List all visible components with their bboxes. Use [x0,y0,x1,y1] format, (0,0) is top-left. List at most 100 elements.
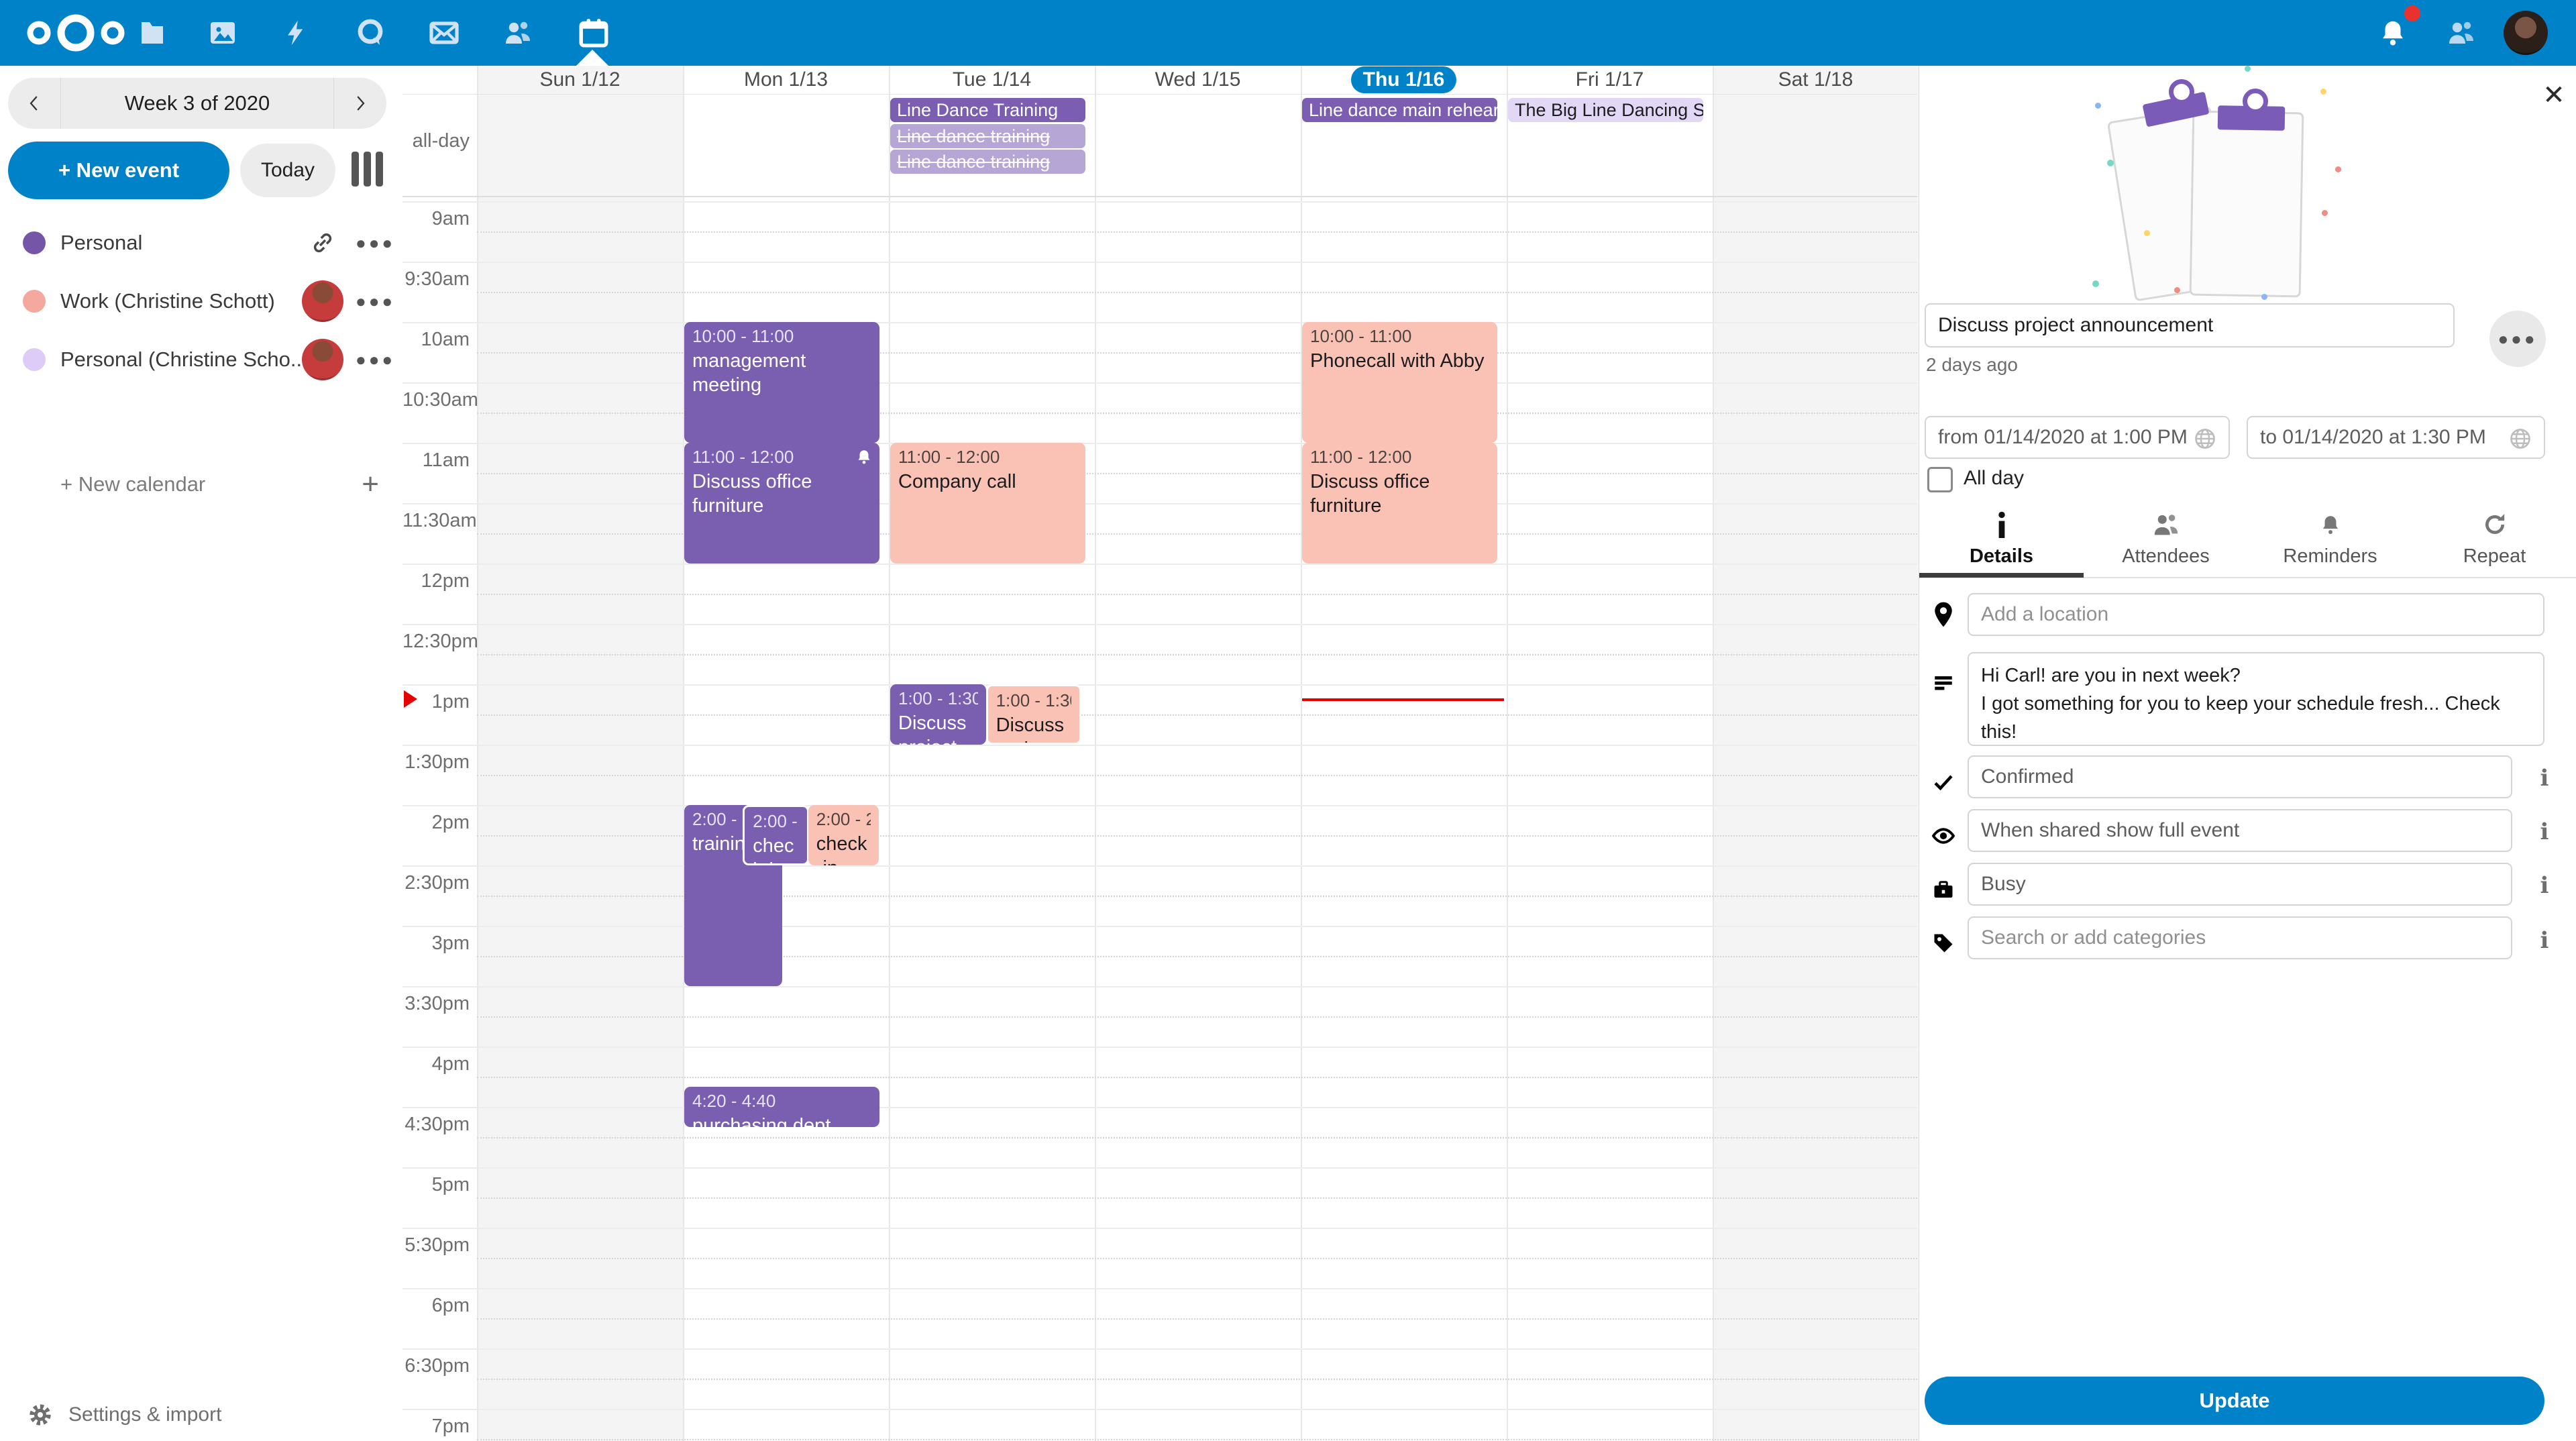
event-start-field[interactable]: from 01/14/2020 at 1:00 PM [1925,416,2230,459]
all-day-event[interactable]: The Big Line Dancing Show [1508,98,1703,122]
timezone-globe-icon[interactable] [2193,427,2217,456]
week-label[interactable]: Week 3 of 2020 [60,78,334,129]
tab-label: Details [1970,545,2033,568]
column-divider [889,66,890,1441]
event-end-field[interactable]: to 01/14/2020 at 1:30 PM [2247,416,2545,459]
timebusy-info-icon[interactable]: i [2531,872,2558,899]
nextcloud-logo[interactable] [19,11,133,58]
calendar-event[interactable]: 11:00 - 12:00Discuss office furniture [684,443,879,564]
day-header[interactable]: Mon 1/13 [683,66,889,94]
new-event-button[interactable]: + New event [8,142,229,199]
day-header[interactable]: Tue 1/14 [889,66,1095,94]
calendar-color-dot [23,231,46,254]
all-day-checkbox[interactable] [1927,467,1953,492]
day-header[interactable]: Thu 1/16 [1301,66,1507,94]
all-day-event[interactable]: Line Dance Training [890,98,1085,122]
calendar-list-item[interactable]: Personal●●● [0,213,402,272]
day-header[interactable]: Fri 1/17 [1507,66,1713,94]
location-input[interactable] [1968,593,2544,636]
user-avatar[interactable] [2504,11,2548,55]
event-title-label: check-in [753,834,799,865]
calendar-event[interactable]: 1:00 - 1:30Discuss project announcement [890,684,986,745]
half-hour-line [402,1288,1917,1289]
close-icon[interactable]: ✕ [2536,78,2571,113]
timebusy-value: Busy [1981,873,2026,896]
event-actions-menu-button[interactable]: ●●● [2489,311,2546,367]
timebusy-select[interactable]: Busy [1968,863,2512,906]
event-title-label: Discuss office furniture [692,470,871,519]
settings-import-button[interactable]: Settings & import [0,1389,402,1441]
today-button[interactable]: Today [240,144,335,197]
description-textarea[interactable]: Hi Carl! are you in next week? I got som… [1968,652,2544,746]
allday-divider [402,196,1917,197]
status-info-icon[interactable]: i [2531,765,2558,792]
calendar-actions-menu-icon[interactable]: ●●● [356,350,402,370]
new-calendar-button[interactable]: + New calendar + [0,455,402,514]
all-day-event[interactable]: Line dance training [890,150,1085,174]
event-title-label: check-in [816,832,871,865]
column-divider [1507,66,1508,1441]
calendar-event[interactable]: 2:00 - 2:30check-in [743,805,809,865]
time-label: 9:30am [402,268,470,290]
contacts-icon[interactable] [493,8,543,58]
calendar-event[interactable]: 11:00 - 12:00Company call [890,443,1085,564]
current-time-line [1302,698,1504,701]
calendar-actions-menu-icon[interactable]: ●●● [356,291,402,312]
tab-repeat[interactable]: Repeat [2412,511,2576,577]
tab-attendees[interactable]: Attendees [2084,511,2248,577]
update-button[interactable]: Update [1925,1377,2544,1425]
mail-icon[interactable] [419,8,469,58]
half-hour-line [402,1047,1917,1048]
event-time-label: 11:00 - 12:00 [1310,447,1489,468]
day-header[interactable]: Sun 1/12 [477,66,683,94]
gear-icon [27,1401,54,1428]
time-label: 12pm [402,570,470,592]
event-title-label: management meeting [692,349,871,398]
column-divider [1713,66,1714,1441]
contacts-menu-icon[interactable] [2436,8,2486,58]
day-header[interactable]: Sat 1/18 [1713,66,1919,94]
tab-reminders[interactable]: Reminders [2248,511,2412,577]
time-label: 5:30pm [402,1234,470,1257]
tab-label: Attendees [2122,545,2210,568]
visibility-info-icon[interactable]: i [2531,818,2558,845]
calendar-list-item[interactable]: Work (Christine Schott)●●● [0,272,402,331]
half-hour-line [402,1228,1917,1229]
calendar-event[interactable]: 10:00 - 11:00Phonecall with Abby [1302,322,1497,443]
categories-input[interactable] [1968,916,2512,959]
column-divider [477,66,478,1441]
settings-label: Settings & import [68,1403,221,1426]
calendar-event[interactable]: 1:00 - 1:30Discuss project [986,684,1082,745]
all-day-event[interactable]: Line dance main rehearsal [1302,98,1497,122]
notifications-bell-icon[interactable] [2368,8,2418,58]
event-title-input[interactable] [1925,303,2455,348]
calendar-actions-menu-icon[interactable]: ●●● [356,233,402,254]
calendar-list-item[interactable]: Personal (Christine Scho...●●● [0,330,402,389]
talk-icon[interactable] [345,8,395,58]
timezone-globe-icon[interactable] [2508,427,2532,456]
calendar-event[interactable]: 11:00 - 12:00Discuss office furniture [1302,443,1497,564]
activity-icon[interactable] [272,8,321,58]
calendar-event[interactable]: 10:00 - 11:00management meeting [684,322,879,443]
day-header[interactable]: Wed 1/15 [1095,66,1301,94]
active-app-pointer [576,50,608,66]
time-label: 4pm [402,1053,470,1075]
half-hour-line [402,1348,1917,1350]
files-icon[interactable] [127,8,177,58]
view-switcher-icon[interactable] [352,152,383,186]
event-title-label: Discuss office furniture [1310,470,1489,519]
status-select[interactable]: Confirmed [1968,755,2512,798]
half-hour-line [402,201,1917,203]
all-day-event[interactable]: Line dance training [890,124,1085,148]
categories-info-icon[interactable]: i [2531,927,2558,954]
next-week-button[interactable] [334,78,386,129]
tab-details[interactable]: Details [1919,511,2084,577]
previous-week-button[interactable] [8,78,60,129]
calendar-event[interactable]: 2:00 - 2:30check-in [808,805,879,865]
share-link-icon[interactable] [302,222,343,264]
new-calendar-label: + New calendar [60,472,205,496]
time-label: 5pm [402,1174,470,1196]
calendar-event[interactable]: 4:20 - 4:40purchasing dept [684,1087,879,1127]
visibility-select[interactable]: When shared show full event [1968,809,2512,852]
photos-icon[interactable] [198,8,248,58]
